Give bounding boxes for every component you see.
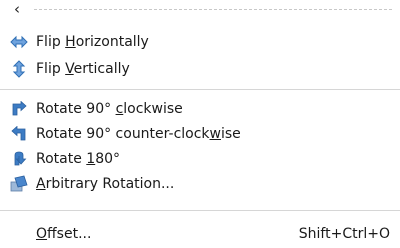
menu-item-label-rest: ise bbox=[220, 126, 241, 142]
rotate-clockwise-icon bbox=[10, 100, 28, 118]
menu-item-flip-vertically[interactable]: Flip Vertically bbox=[0, 56, 400, 82]
rotate-counter-clockwise-icon bbox=[10, 125, 28, 143]
shortcut-label: Shift+Ctrl+O bbox=[298, 226, 390, 242]
tearoff-line bbox=[34, 9, 392, 10]
menu-item-label: Rotate 90° bbox=[36, 101, 116, 117]
transform-menu: ‹ Flip Horizontally Flip Vertically Rota… bbox=[0, 0, 400, 248]
back-icon[interactable]: ‹ bbox=[14, 2, 20, 17]
menu-item-label-rest: lockwise bbox=[123, 101, 183, 117]
menu-item-arbitrary-rotation[interactable]: Arbitrary Rotation... bbox=[0, 171, 400, 197]
separator bbox=[0, 89, 400, 90]
mnemonic: A bbox=[36, 176, 46, 192]
menu-item-offset[interactable]: Offset... Shift+Ctrl+O bbox=[0, 221, 400, 247]
menu-item-flip-horizontally[interactable]: Flip Horizontally bbox=[0, 29, 400, 55]
mnemonic: 1 bbox=[86, 151, 96, 167]
flip-vertical-icon bbox=[10, 60, 28, 78]
arbitrary-rotation-icon bbox=[10, 175, 28, 193]
menu-item-label-rest: ertically bbox=[73, 61, 130, 77]
rotate-180-icon bbox=[10, 150, 28, 168]
menu-item-rotate-90-clockwise[interactable]: Rotate 90° clockwise bbox=[0, 96, 400, 122]
menu-item-label: Rotate bbox=[36, 151, 87, 167]
menu-tearoff[interactable]: ‹ bbox=[0, 0, 400, 20]
menu-item-rotate-90-counter-clockwise[interactable]: Rotate 90° counter-clockwise bbox=[0, 121, 400, 147]
menu-item-label: Rotate 90° counter-clock bbox=[36, 126, 210, 142]
mnemonic: V bbox=[65, 61, 74, 77]
flip-horizontal-icon bbox=[10, 33, 28, 51]
menu-item-label-rest: 80° bbox=[95, 151, 121, 167]
menu-item-label-rest: orizontally bbox=[75, 34, 149, 50]
mnemonic: H bbox=[65, 34, 76, 50]
menu-item-label-rest: rbitrary Rotation... bbox=[45, 176, 175, 192]
separator bbox=[0, 210, 400, 211]
mnemonic: w bbox=[209, 126, 221, 142]
mnemonic: O bbox=[36, 226, 48, 242]
menu-item-label-rest: ffset... bbox=[47, 226, 92, 242]
menu-item-rotate-180[interactable]: Rotate 180° bbox=[0, 146, 400, 172]
menu-item-label: Flip bbox=[36, 34, 66, 50]
menu-item-label: Flip bbox=[36, 61, 66, 77]
